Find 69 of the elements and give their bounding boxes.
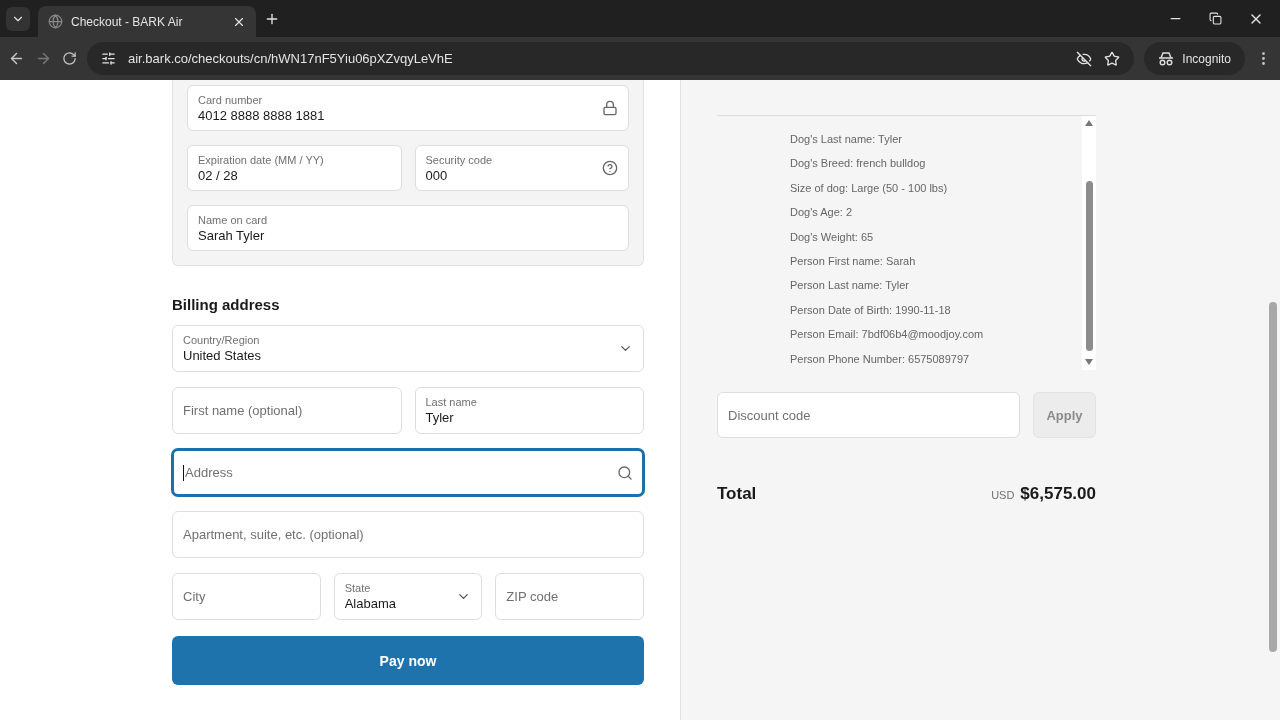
field-placeholder: City — [183, 589, 207, 604]
scrollbar[interactable] — [1082, 116, 1096, 370]
detail-line: Dog's Weight: 65 — [790, 229, 875, 245]
globe-icon — [48, 14, 63, 29]
scroll-up-icon[interactable] — [1085, 120, 1093, 126]
browser-tab[interactable]: Checkout - BARK Air — [38, 6, 256, 37]
detail-line: Dog's Age: 2 — [790, 205, 854, 221]
address-bar[interactable]: air.bark.co/checkouts/cn/hWN17nF5Yiu06pXZvqyLeVhE — [87, 42, 1135, 75]
field-label: Card number — [198, 93, 264, 106]
incognito-icon — [1158, 51, 1175, 66]
select-field[interactable]: Country/Region United States — [172, 325, 644, 372]
field-label: Security code — [425, 153, 494, 166]
page-scrollbar[interactable] — [1269, 302, 1277, 652]
field-label: Last name — [425, 396, 478, 408]
field-label: State — [344, 582, 372, 594]
input-field[interactable]: ZIP code — [495, 573, 644, 620]
site-settings-icon[interactable] — [101, 51, 116, 66]
detail-line: Size of dog: Large (50 - 100 lbs) — [790, 180, 949, 196]
field-value: Tyler — [425, 410, 455, 425]
tab-search-button[interactable] — [6, 6, 30, 31]
field-placeholder: Discount code — [728, 407, 811, 423]
reload-icon[interactable] — [62, 51, 77, 66]
field-placeholder: Apartment, suite, etc. (optional) — [183, 527, 365, 542]
tab-title: Checkout - BARK Air — [71, 14, 184, 29]
field-placeholder: Address — [185, 465, 234, 480]
field-placeholder: ZIP code — [506, 589, 560, 604]
help-icon — [602, 160, 618, 176]
detail-line: Dog's Breed: french bulldog — [790, 156, 927, 172]
restore-icon[interactable] — [1209, 12, 1222, 25]
lock-icon — [602, 100, 618, 116]
total-label: Total — [717, 484, 758, 504]
field-label: Country/Region — [183, 334, 261, 346]
input-field[interactable]: Expiration date (MM / YY) 02 / 28 — [187, 145, 402, 191]
select-field[interactable]: State Alabama — [333, 573, 483, 620]
field-value: Sarah Tyler — [198, 227, 266, 243]
input-field[interactable]: City — [172, 573, 321, 620]
back-icon[interactable] — [8, 50, 25, 67]
input-field[interactable]: Security code 000 — [414, 145, 629, 191]
input-field[interactable]: Name on card Sarah Tyler — [187, 205, 629, 251]
total-amount: $6,575.00 — [1020, 484, 1096, 504]
field-placeholder: First name (optional) — [183, 403, 304, 418]
scroll-down-icon[interactable] — [1085, 359, 1093, 365]
input-field[interactable]: First name (optional) — [172, 387, 402, 434]
field-value: 02 / 28 — [198, 167, 239, 183]
field-value: 000 — [425, 167, 449, 183]
field-value: Alabama — [344, 596, 397, 611]
field-label: Name on card — [198, 213, 269, 226]
field-value: United States — [183, 348, 263, 363]
eye-off-icon[interactable] — [1076, 50, 1093, 67]
field-value: 4012 8888 8888 1881 — [198, 107, 326, 123]
forward-icon[interactable] — [35, 50, 52, 67]
star-icon[interactable] — [1104, 50, 1121, 67]
detail-line: Person Last name: Tyler — [790, 278, 911, 294]
input-field[interactable]: Card number 4012 8888 8888 1881 — [187, 85, 629, 131]
url-text: air.bark.co/checkouts/cn/hWN17nF5Yiu06pXZvqyLeVhE — [128, 51, 454, 66]
detail-line: Person Date of Birth: 1990-11-18 — [790, 302, 952, 318]
pay-button[interactable]: Pay now — [172, 636, 644, 685]
search-icon — [617, 464, 633, 481]
detail-line: Person Phone Number: 6575089797 — [790, 351, 971, 367]
input-field[interactable]: Last name Tyler — [414, 387, 644, 434]
profile-button[interactable]: Incognito — [1144, 42, 1245, 75]
input-field[interactable]: Apartment, suite, etc. (optional) — [172, 511, 644, 558]
detail-line: Person Email: 7bdf06b4@moodjoy.com — [790, 327, 985, 343]
field-label: Expiration date (MM / YY) — [198, 153, 325, 166]
detail-line: Dog's Last name: Tyler — [790, 132, 903, 147]
detail-line: Person First name: Sarah — [790, 254, 917, 270]
input-field[interactable]: Address — [172, 449, 644, 496]
section-heading: Billing address — [172, 296, 281, 313]
currency-code: USD — [991, 489, 1015, 501]
